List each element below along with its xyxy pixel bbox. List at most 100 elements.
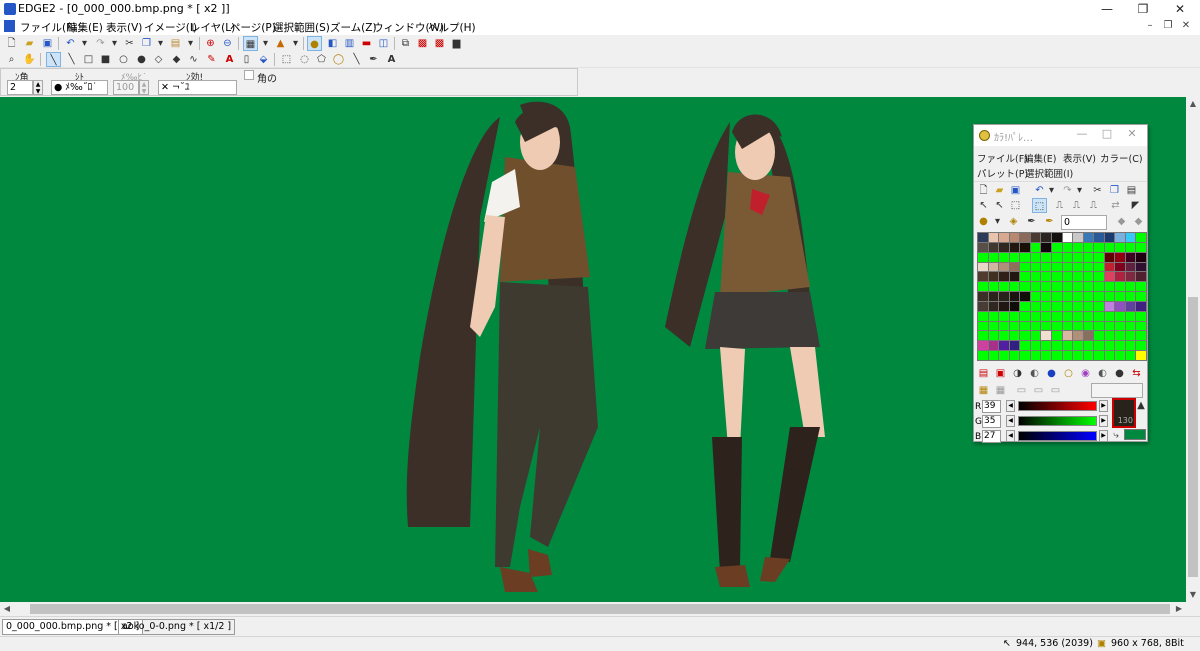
palette-swatch[interactable] xyxy=(1041,311,1051,321)
palette-swatch[interactable] xyxy=(988,252,999,262)
palette-swatch[interactable] xyxy=(1125,331,1136,341)
g-decrease-icon[interactable]: ◀ xyxy=(1006,415,1015,427)
palette-swatch[interactable] xyxy=(1062,301,1073,311)
palette-swatch[interactable] xyxy=(988,311,999,321)
palette-swatch[interactable] xyxy=(1030,272,1041,282)
palette-swatch[interactable] xyxy=(1125,272,1136,282)
lasso-tool-icon[interactable]: ◯ xyxy=(331,52,346,67)
palette-swatch[interactable] xyxy=(978,233,988,242)
horizontal-scroll-thumb[interactable] xyxy=(30,604,1170,614)
palette-select-icon[interactable]: ⬚ xyxy=(1032,198,1047,213)
vertical-scrollbar[interactable]: ▲ ▼ xyxy=(1186,97,1200,602)
menu-page[interactable]: ページ(P) xyxy=(230,20,276,35)
palette-swatch[interactable] xyxy=(1083,301,1094,311)
palette-swatch[interactable] xyxy=(1041,262,1051,272)
background-color-swatch[interactable] xyxy=(1124,429,1146,440)
camera-icon[interactable]: ▆ xyxy=(449,36,464,51)
palette-undo-dropdown-icon[interactable]: ▾ xyxy=(1044,183,1059,198)
filled-polygon-tool-icon[interactable]: ◆ xyxy=(169,52,184,67)
palette-swatch[interactable] xyxy=(1094,301,1104,311)
palette-swatch[interactable] xyxy=(1020,282,1030,292)
palette-swatch[interactable] xyxy=(999,262,1009,272)
palette-swatch[interactable] xyxy=(1115,341,1125,351)
navigator-icon[interactable]: ◫ xyxy=(376,36,391,51)
palette-swatch[interactable] xyxy=(1094,292,1104,301)
palette-minimize-button[interactable]: — xyxy=(1074,127,1090,140)
bucket-tool-icon[interactable]: ⬙ xyxy=(256,52,271,67)
palette-swatch[interactable] xyxy=(1125,351,1136,360)
palette-swatch[interactable] xyxy=(999,292,1009,301)
palette-swatch[interactable] xyxy=(1051,301,1062,311)
palette-icon[interactable]: ● xyxy=(307,36,322,51)
palette-swatch[interactable] xyxy=(1094,331,1104,341)
palette-swatch[interactable] xyxy=(1041,351,1051,360)
r-slider[interactable] xyxy=(1018,401,1097,411)
palette-swatch[interactable] xyxy=(988,341,999,351)
palette-drop-icon[interactable]: ◆ xyxy=(1114,214,1129,229)
palette-cut-icon[interactable]: ✂ xyxy=(1090,183,1105,198)
palette-swatch[interactable] xyxy=(1136,331,1146,341)
palette-swatch[interactable] xyxy=(1136,301,1146,311)
palette-swatch[interactable] xyxy=(1062,321,1073,331)
effect-gradient-icon[interactable]: ▤ xyxy=(976,366,991,381)
swap-colors-icon[interactable]: ⤷ xyxy=(1110,428,1122,443)
palette-swatch[interactable] xyxy=(1125,321,1136,331)
frame-icon[interactable]: ⧉ xyxy=(398,36,413,51)
b-slider[interactable] xyxy=(1018,431,1097,441)
effect-dark-icon[interactable]: ● xyxy=(1112,366,1127,381)
palette-swatch[interactable] xyxy=(999,301,1009,311)
palette-swatch[interactable] xyxy=(1094,311,1104,321)
palette-wheel-icon[interactable]: ● xyxy=(976,214,991,229)
palette-swatch[interactable] xyxy=(1073,331,1083,341)
paste-icon[interactable]: ▤ xyxy=(168,36,183,51)
scroll-up-icon[interactable]: ▲ xyxy=(1186,97,1200,111)
palette-swatch[interactable] xyxy=(1009,331,1020,341)
palette-swatch[interactable] xyxy=(1136,262,1146,272)
rectangle-tool-icon[interactable]: □ xyxy=(81,52,96,67)
palette-swatch[interactable] xyxy=(988,242,999,252)
palette-swatch[interactable] xyxy=(1104,311,1115,321)
palette-swatch[interactable] xyxy=(1020,341,1030,351)
palette-menu-selection[interactable]: 選択範囲(I) xyxy=(1025,166,1073,180)
palette-index-select[interactable]: 0 xyxy=(1061,215,1107,230)
palette-swatch[interactable] xyxy=(1136,282,1146,292)
zoom-out-icon[interactable]: ⊖ xyxy=(220,36,235,51)
palette-swatch[interactable] xyxy=(1136,252,1146,262)
palette-swatch[interactable] xyxy=(1030,262,1041,272)
palette-swatch[interactable] xyxy=(999,233,1009,242)
palette-swatch[interactable] xyxy=(1083,282,1094,292)
cut-icon[interactable]: ✂ xyxy=(122,36,137,51)
palette-swatch[interactable] xyxy=(1073,351,1083,360)
palette-drop2-icon[interactable]: ◆ xyxy=(1131,214,1146,229)
palette-save-icon[interactable]: ▣ xyxy=(1008,183,1023,198)
r-decrease-icon[interactable]: ◀ xyxy=(1006,400,1015,412)
palette-swatch[interactable] xyxy=(1094,341,1104,351)
palette-load-icon[interactable]: ▦ xyxy=(976,383,991,398)
palette-swatch[interactable] xyxy=(1104,341,1115,351)
ellipse-select-tool-icon[interactable]: ◌ xyxy=(297,52,312,67)
palette-pointer-icon[interactable]: ↖ xyxy=(976,198,991,213)
palette-swatch[interactable] xyxy=(988,351,999,360)
palette-swatch[interactable] xyxy=(1051,292,1062,301)
palette-swatch[interactable] xyxy=(1083,252,1094,262)
g-increase-icon[interactable]: ▶ xyxy=(1099,415,1108,427)
palette-swatch[interactable] xyxy=(1073,242,1083,252)
palette-swatch[interactable] xyxy=(1030,292,1041,301)
palette-swatch[interactable] xyxy=(988,321,999,331)
palette-swatch[interactable] xyxy=(1041,331,1051,341)
palette-swatch[interactable] xyxy=(1051,242,1062,252)
mdi-minimize-button[interactable]: – xyxy=(1142,18,1158,34)
palette-swatch[interactable] xyxy=(1115,331,1125,341)
palette-swatch[interactable] xyxy=(1030,321,1041,331)
save-icon[interactable]: ▣ xyxy=(40,36,55,51)
palette-swatch[interactable] xyxy=(1062,292,1073,301)
palette-swatch[interactable] xyxy=(1115,242,1125,252)
palette-swatch[interactable] xyxy=(999,351,1009,360)
palette-swatch[interactable] xyxy=(1009,301,1020,311)
palette-swatch[interactable] xyxy=(1009,262,1020,272)
vertical-scroll-thumb[interactable] xyxy=(1188,297,1198,577)
density-input[interactable]: 100 xyxy=(113,80,139,95)
palette-swatch[interactable] xyxy=(1104,262,1115,272)
palette-swatch[interactable] xyxy=(1115,272,1125,282)
palette-swatch[interactable] xyxy=(1083,242,1094,252)
